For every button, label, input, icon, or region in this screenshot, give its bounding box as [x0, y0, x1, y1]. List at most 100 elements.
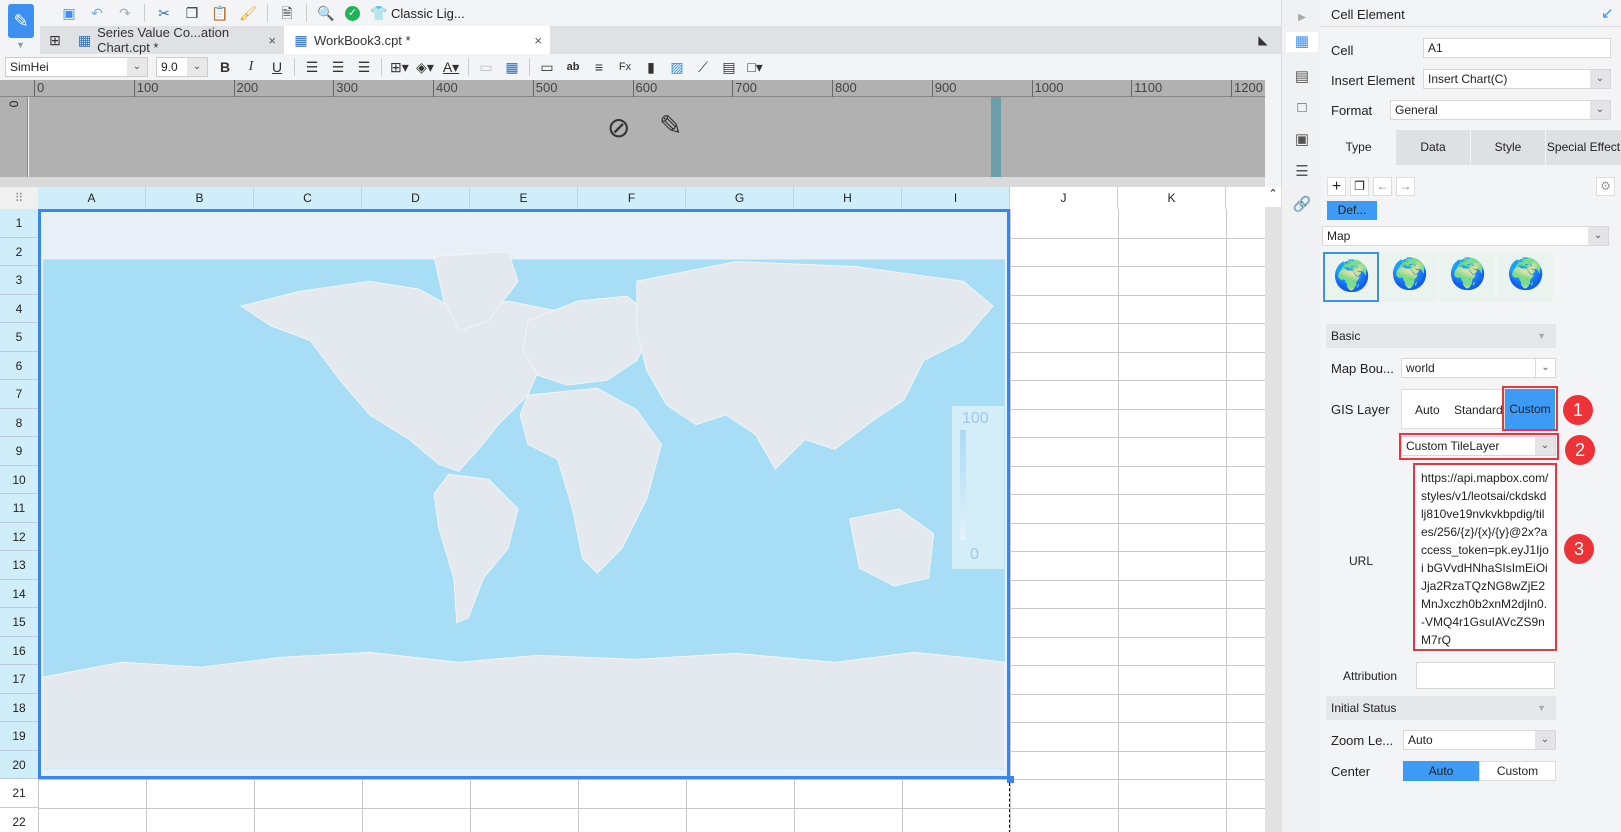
tab-series-value-chart[interactable]: ▦ Series Value Co...ation Chart.cpt * ×: [68, 25, 284, 55]
ab-icon[interactable]: ab: [564, 58, 582, 76]
row-header[interactable]: 22: [0, 807, 38, 832]
map-thumbnail-point[interactable]: 🌍: [1381, 252, 1437, 302]
cell-element-icon[interactable]: ▦: [1286, 32, 1318, 52]
resize-handle[interactable]: [1007, 776, 1014, 783]
splitter[interactable]: [0, 177, 1265, 187]
align-right-icon[interactable]: ☰: [355, 58, 373, 76]
column-header[interactable]: K: [1118, 187, 1226, 209]
section-initial-status[interactable]: Initial Status ▼: [1326, 696, 1556, 720]
column-header[interactable]: J: [1010, 187, 1118, 209]
column-header[interactable]: A: [38, 187, 146, 209]
row-header[interactable]: 21: [0, 779, 38, 808]
condition-icon[interactable]: ☰: [1292, 162, 1312, 182]
template-icon[interactable]: 🗎: [278, 4, 296, 22]
font-size-select[interactable]: 9.0 ⌄: [156, 57, 208, 77]
theme-button[interactable]: 👕 Classic Lig...: [370, 4, 464, 22]
row-header[interactable]: 4: [0, 294, 38, 323]
text-field-icon[interactable]: ▭: [538, 58, 556, 76]
insert-element-select[interactable]: Insert Chart(C) ⌄: [1423, 69, 1611, 89]
pencil-icon[interactable]: ✎: [659, 109, 682, 142]
map-boundary-select[interactable]: world ⌄: [1401, 358, 1556, 378]
copy-icon[interactable]: ❐: [183, 4, 201, 22]
underline-button[interactable]: U: [268, 58, 286, 76]
map-thumbnail-flow[interactable]: 🌍: [1439, 252, 1495, 302]
column-header[interactable]: H: [794, 187, 902, 209]
row-header[interactable]: 12: [0, 522, 38, 551]
row-header[interactable]: 8: [0, 408, 38, 437]
column-header[interactable]: E: [470, 187, 578, 209]
slash-icon[interactable]: ⟋: [694, 58, 712, 76]
gis-option-standard[interactable]: Standard: [1454, 403, 1506, 417]
sub-report-icon[interactable]: ▤: [720, 58, 738, 76]
gear-icon[interactable]: ⚙: [1596, 177, 1615, 196]
undo-icon[interactable]: ↶: [88, 4, 106, 22]
row-header[interactable]: 7: [0, 380, 38, 409]
row-header[interactable]: 16: [0, 636, 38, 665]
paste-icon[interactable]: 📋: [211, 4, 229, 22]
hyperlink-icon[interactable]: 🔗: [1292, 195, 1312, 215]
legend-gradient-bar[interactable]: [960, 430, 966, 540]
redo-icon[interactable]: ↷: [116, 4, 134, 22]
save-icon[interactable]: ▣: [60, 4, 78, 22]
app-logo-icon[interactable]: ✎: [8, 4, 34, 38]
cell-attribute-icon[interactable]: ▤: [1292, 67, 1312, 87]
frame-icon[interactable]: □▾: [746, 58, 764, 76]
arrow-left-icon[interactable]: ←: [1373, 177, 1392, 196]
fill-color-icon[interactable]: ◈▾: [416, 58, 434, 76]
format-select[interactable]: General ⌄: [1390, 100, 1611, 120]
row-header[interactable]: 18: [0, 693, 38, 722]
image-icon[interactable]: ▨: [668, 58, 686, 76]
page-boundary-marker[interactable]: [991, 97, 1001, 177]
row-header[interactable]: 13: [0, 551, 38, 580]
zoom-level-select[interactable]: Auto ⌄: [1403, 730, 1556, 750]
row-header[interactable]: 15: [0, 608, 38, 637]
vertical-scrollbar[interactable]: ⌃: [1265, 187, 1281, 832]
row-header[interactable]: 9: [0, 437, 38, 466]
chart-type-select[interactable]: Map ⌄: [1322, 226, 1609, 246]
row-header[interactable]: 17: [0, 665, 38, 694]
close-icon[interactable]: ×: [534, 33, 542, 48]
freeze-icon[interactable]: ▭: [477, 58, 495, 76]
attribution-input[interactable]: [1416, 662, 1555, 689]
rich-text-icon[interactable]: ≡: [590, 58, 608, 76]
dock-arrow-icon[interactable]: ↙: [1601, 4, 1614, 22]
column-header[interactable]: C: [254, 187, 362, 209]
chevron-down-icon[interactable]: ▼: [16, 40, 25, 50]
align-center-icon[interactable]: ☰: [329, 58, 347, 76]
tab-menu-icon[interactable]: ◣: [1254, 31, 1272, 49]
bar-chart-icon[interactable]: ▮: [642, 58, 660, 76]
scroll-up-icon[interactable]: ⌃: [1265, 187, 1281, 207]
copy-icon[interactable]: ❐: [1350, 177, 1369, 196]
column-header[interactable]: G: [686, 187, 794, 209]
eye-slash-icon[interactable]: ⊘: [607, 111, 630, 144]
row-header[interactable]: 19: [0, 722, 38, 751]
font-select[interactable]: SimHei ⌄: [5, 57, 148, 77]
widget-frame-icon[interactable]: □: [1292, 98, 1312, 118]
tab-type[interactable]: Type: [1321, 130, 1396, 165]
cell-input[interactable]: A1: [1423, 38, 1611, 58]
row-header[interactable]: 10: [0, 465, 38, 494]
check-icon[interactable]: ✓: [345, 5, 360, 21]
center-option-auto[interactable]: Auto: [1403, 761, 1479, 781]
tab-workbook3[interactable]: ▦ WorkBook3.cpt * ×: [284, 26, 550, 54]
column-header[interactable]: D: [362, 187, 470, 209]
column-header[interactable]: I: [902, 187, 1010, 209]
add-icon[interactable]: +: [1327, 177, 1346, 196]
map-thumbnail-flow-point[interactable]: 🌍: [1497, 252, 1553, 302]
column-header[interactable]: B: [146, 187, 254, 209]
font-color-icon[interactable]: A▾: [442, 58, 460, 76]
bold-button[interactable]: B: [216, 58, 234, 76]
row-header[interactable]: 1: [0, 209, 38, 238]
dropdown-widget-icon[interactable]: ▣: [1292, 130, 1312, 150]
align-left-icon[interactable]: ☰: [303, 58, 321, 76]
row-header[interactable]: 3: [0, 266, 38, 295]
default-chart-button[interactable]: Def...: [1327, 201, 1377, 220]
close-icon[interactable]: ×: [268, 33, 276, 48]
italic-button[interactable]: I: [242, 58, 260, 76]
collapse-arrow-icon[interactable]: ▶: [1292, 8, 1312, 28]
tab-data[interactable]: Data: [1396, 130, 1470, 165]
center-option-custom[interactable]: Custom: [1479, 761, 1556, 781]
section-basic[interactable]: Basic ▼: [1326, 324, 1556, 348]
preview-icon[interactable]: 🔍: [317, 4, 335, 22]
tab-style[interactable]: Style: [1471, 130, 1545, 165]
